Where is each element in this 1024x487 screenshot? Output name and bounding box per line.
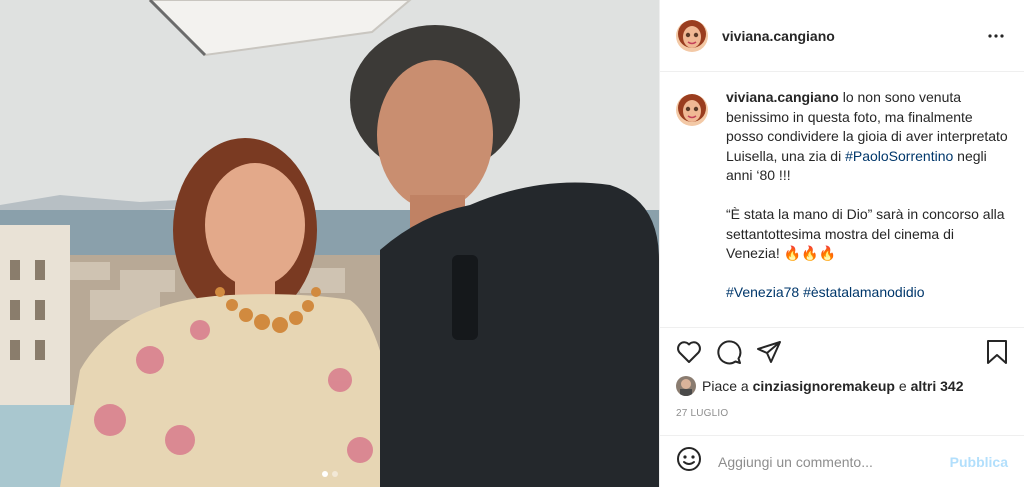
comment-icon[interactable] [716, 332, 756, 372]
post-author-username[interactable]: viviana.cangiano [722, 28, 835, 44]
avatar[interactable] [676, 19, 708, 52]
carousel-indicator [0, 471, 659, 477]
caption-username[interactable]: viviana.cangiano [726, 89, 839, 105]
add-comment-bar: Pubblica [660, 435, 1024, 487]
comment-input[interactable] [718, 453, 950, 470]
post-header: viviana.cangiano [660, 0, 1024, 72]
post-date[interactable]: 27 LUGLIO [676, 408, 728, 419]
caption-section: viviana.cangiano lo non sono venuta beni… [676, 88, 1008, 326]
share-icon[interactable] [756, 332, 796, 372]
photo-illustration [0, 0, 659, 487]
more-options-icon[interactable] [984, 24, 1008, 48]
hashtag-link[interactable]: #èstatalamanodidio [803, 284, 924, 300]
instagram-post: viviana.cangiano viviana.cangiano lo non… [0, 0, 1024, 487]
publish-button[interactable]: Pubblica [950, 454, 1008, 470]
emoji-icon[interactable] [676, 446, 702, 477]
bookmark-icon[interactable] [968, 332, 1008, 372]
caption-avatar[interactable] [676, 94, 708, 126]
carousel-dot[interactable] [331, 471, 338, 477]
post-sidebar: viviana.cangiano viviana.cangiano lo non… [659, 0, 1024, 487]
likes-summary: Piace a cinziasignoremakeup e altri 342 [676, 376, 1008, 396]
liker-username[interactable]: cinziasignoremakeup [753, 378, 895, 394]
post-photo[interactable] [0, 0, 659, 487]
caption-line2: “È stata la mano di Dio” sarà in concors… [726, 206, 1005, 261]
avatar-image [676, 94, 708, 126]
caption-text: viviana.cangiano lo non sono venuta beni… [726, 88, 1008, 326]
likes-prefix: Piace a [702, 378, 749, 394]
likes-others[interactable]: altri 342 [911, 378, 964, 394]
hashtag-link[interactable]: #Venezia78 [726, 284, 799, 300]
heart-icon[interactable] [676, 332, 716, 372]
hashtag-link[interactable]: #PaoloSorrentino [845, 148, 953, 164]
carousel-dot-active [321, 471, 328, 477]
likes-middle: e [898, 378, 907, 394]
avatar-image [676, 19, 708, 52]
liker-avatar[interactable] [676, 376, 696, 396]
action-bar [660, 327, 1024, 375]
